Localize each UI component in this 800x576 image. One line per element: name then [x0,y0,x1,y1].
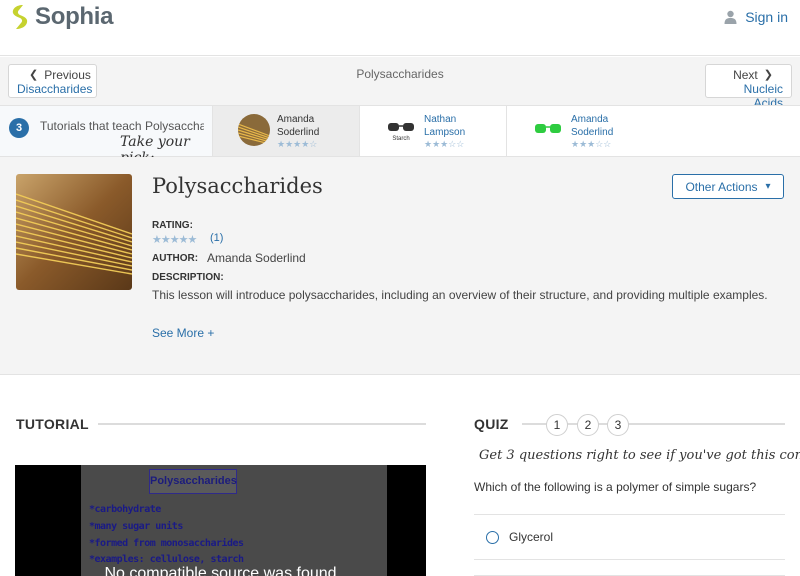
lesson-description: This lesson will introduce polysaccharid… [152,288,768,302]
sign-in-label: Sign in [745,9,788,25]
tutorial-author-last: Lampson [424,127,466,138]
radio-button-icon[interactable] [486,530,499,544]
previous-lesson-link: Disaccharides [17,82,93,96]
tutorial-thumbnail [238,114,270,146]
tutorial-thumbnail [532,114,564,146]
rating-label: RATING: [152,220,193,231]
tutorial-picker: 3 Tutorials that teach Polysaccharides T… [0,105,800,166]
tutorial-author: Nathan Lampson [424,113,465,139]
sophia-logo[interactable]: Sophia [10,3,114,30]
other-actions-label: Other Actions [685,179,758,194]
sophia-logo-icon [12,5,28,29]
video-player[interactable]: Polysaccharides *carbohydrate *many suga… [15,465,426,576]
lesson-info-panel: Polysaccharides Other Actions ▾ RATING: … [0,157,800,375]
tutorial-author-last: Soderlind [571,127,614,138]
tutorial-author: Amanda Soderlind [277,113,319,139]
other-actions-button[interactable]: Other Actions ▾ [672,174,784,199]
tutorial-count-badge: 3 [9,118,29,138]
rating-stars: ★★★★★ [152,234,197,246]
chevron-down-icon: ▾ [765,181,771,192]
quiz-question: Which of the following is a polymer of s… [474,480,757,494]
tutorial-author-first: Amanda [571,114,609,125]
quiz-step-1[interactable]: 1 [546,414,568,436]
tutorial-author-first: Nathan [424,114,457,125]
sign-in-link[interactable]: Sign in [724,9,788,25]
tutorial-author: Amanda Soderlind [571,113,613,139]
picker-intro: 3 Tutorials that teach Polysaccharides T… [0,106,212,166]
lesson-navigation: ❮ Previous Disaccharides Polysaccharides … [0,57,800,110]
slide-line: *many sugar units [89,521,183,532]
quiz-heading: QUIZ [474,416,509,432]
video-error-message: No compatible source was found [104,565,337,576]
rating-count[interactable]: (1) [210,232,223,244]
author-name: Amanda Soderlind [207,251,306,265]
video-slide: Polysaccharides *carbohydrate *many suga… [81,465,387,576]
current-lesson-title: Polysaccharides [356,67,444,81]
tutorial-card[interactable]: Nathan Lampson ★★★☆☆ Starch [359,106,506,156]
slide-title: Polysaccharides [149,469,237,494]
thumbnail-caption: Starch [392,136,410,142]
lesson-title: Polysaccharides [152,174,323,198]
tutorial-card[interactable]: Amanda Soderlind ★★★★☆ [212,106,359,156]
tutorial-heading: TUTORIAL [16,416,89,432]
quiz-step-2[interactable]: 2 [577,414,599,436]
quiz-answer-option[interactable] [474,560,785,576]
tutorial-card[interactable]: Amanda Soderlind ★★★☆☆ [506,106,800,156]
quiz-step-3[interactable]: 3 [607,414,629,436]
tutorial-rating-stars: ★★★☆☆ [571,139,612,149]
slide-line: *formed from monosaccharides [89,538,244,549]
answer-label: Glycerol [509,530,554,544]
top-bar: Sophia Sign in [0,0,800,56]
tutorial-rating-stars: ★★★☆☆ [424,139,465,149]
see-more-link[interactable]: See More + [152,326,214,340]
tutorial-divider [98,423,426,425]
description-label: DESCRIPTION: [152,272,224,283]
quiz-answer-option[interactable]: Glycerol [474,514,785,560]
quiz-hint: Get 3 questions right to see if you've g… [479,448,800,463]
next-label: Next [733,68,758,82]
tutorial-author-first: Amanda [277,114,315,125]
slide-line: *examples: cellulose, starch [89,554,244,565]
lesson-image [16,174,132,290]
author-label: AUTHOR: [152,253,199,264]
chevron-right-icon: ❯ [763,69,773,81]
tutorial-rating-stars: ★★★★☆ [277,139,318,149]
next-lesson-button[interactable]: Next ❯ Nucleic Acids [705,64,792,110]
slide-line: *carbohydrate [89,504,161,515]
picker-label: Tutorials that teach Polysaccharides [40,119,204,133]
logo-text: Sophia [35,3,114,30]
tutorial-author-last: Soderlind [277,127,320,138]
user-icon [724,10,737,24]
